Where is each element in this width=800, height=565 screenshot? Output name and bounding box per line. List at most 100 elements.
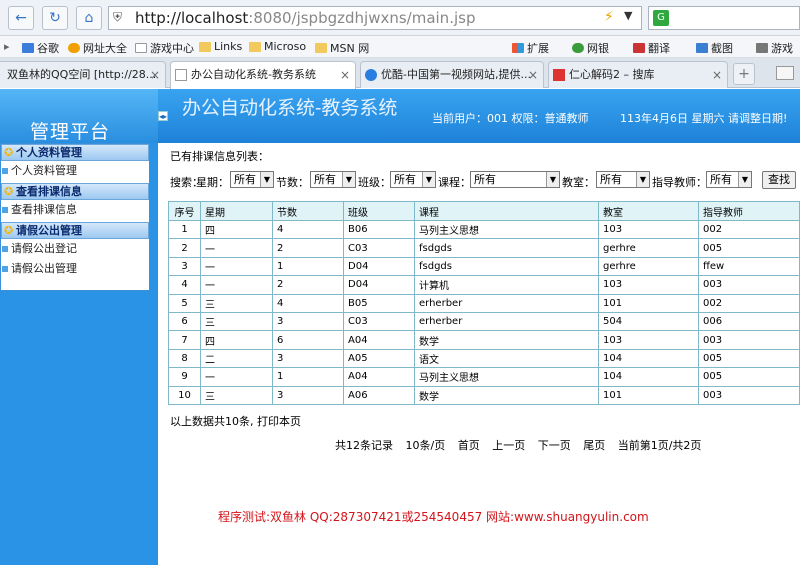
- tab-list-icon[interactable]: [776, 66, 794, 80]
- search-button[interactable]: 查找: [762, 171, 796, 189]
- section-label: 节数：: [276, 176, 309, 189]
- close-icon[interactable]: ×: [712, 62, 722, 88]
- table-row: 8 二 3 A05 语文 104 005: [168, 348, 800, 369]
- col-header-room: 教室: [598, 201, 699, 221]
- browser-search-input[interactable]: G: [648, 6, 800, 30]
- tab-qq-space[interactable]: 双鱼林的QQ空间 [http://28... ×: [0, 61, 166, 88]
- table-cell: 003: [698, 385, 800, 405]
- table-cell: 一: [200, 238, 273, 258]
- table-row: 5 三 4 B05 erherber 101 002: [168, 293, 800, 313]
- ebank-icon: [572, 43, 584, 53]
- menu-heading-schedule[interactable]: ✪ 查看排课信息: [1, 183, 149, 200]
- table-cell: 103: [598, 330, 699, 350]
- favorite-msn[interactable]: MSN 网: [315, 40, 369, 56]
- table-cell: 二: [200, 348, 273, 369]
- teacher-select[interactable]: 所有 ▼: [706, 171, 752, 188]
- toolbar-translate[interactable]: 翻译: [633, 40, 670, 56]
- table-cell: 4: [272, 293, 344, 313]
- toolbar-games[interactable]: 游戏: [756, 40, 793, 56]
- table-cell: 马列主义思想: [414, 367, 599, 387]
- chevron-down-icon: ▼: [636, 172, 649, 187]
- table-cell: ffew: [698, 256, 800, 277]
- table-cell: fsdgds: [414, 238, 599, 258]
- new-tab-button[interactable]: +: [733, 63, 755, 85]
- first-page-link[interactable]: 首页: [458, 439, 480, 452]
- col-header-no: 序号: [168, 201, 201, 221]
- browser-address-bar: ← ↻ ⌂ http://localhost:8080/jspbgzdhjwxn…: [0, 0, 800, 36]
- sidebar: ✪ 个人资料管理 个人资料管理 ✪ 查看排课信息 查看排课信息 ✪ 请假公出管理 请假…: [0, 143, 158, 565]
- lightning-icon[interactable]: ⚡: [604, 9, 614, 25]
- table-cell: 2: [272, 275, 344, 295]
- table-cell: A06: [343, 385, 415, 405]
- back-icon[interactable]: ←: [8, 6, 34, 30]
- table-cell: 8: [168, 348, 201, 369]
- next-page-link[interactable]: 下一页: [538, 439, 571, 452]
- table-cell: 数学: [414, 385, 599, 405]
- toolbar-ebank[interactable]: 网银: [572, 40, 609, 56]
- sidebar-item-profile-management[interactable]: 个人资料管理: [1, 161, 149, 181]
- browser-tab-bar: 双鱼林的QQ空间 [http://28... × 办公自动化系统-教务系统 × 优酷…: [0, 58, 800, 89]
- footer-credits: 程序测试:双鱼林 QQ:287307421或254540457 网站:www.s…: [218, 510, 649, 524]
- refresh-icon[interactable]: ↻: [42, 6, 68, 30]
- favorites-menu-icon[interactable]: ▸: [4, 40, 10, 53]
- favorite-links[interactable]: Links: [199, 40, 242, 53]
- table-cell: 四: [200, 330, 273, 350]
- collapse-sidebar-icon[interactable]: ◂▸: [158, 111, 168, 121]
- current-date: 113年4月6日 星期六: [620, 112, 725, 125]
- table-cell: gerhre: [598, 238, 699, 258]
- bullet-icon: [2, 168, 8, 174]
- week-label: 星期：: [196, 176, 229, 189]
- table-row: 4 一 2 D04 计算机 103 003: [168, 275, 800, 295]
- toolbar-screenshot[interactable]: 截图: [696, 40, 733, 56]
- favorite-microsoft[interactable]: Microso: [249, 40, 306, 53]
- table-cell: C03: [343, 311, 415, 332]
- table-cell: erherber: [414, 293, 599, 313]
- table-cell: 1: [272, 256, 344, 277]
- soku-icon: [553, 69, 565, 81]
- main-content: 已有排课信息列表： 搜索： 星期： 所有 ▼ 节数： 所有 ▼ 班级： 所有 ▼ 课程…: [168, 143, 800, 565]
- screenshot-icon: [696, 43, 708, 53]
- pagination: 共12条记录 10条/页 首页 上一页 下一页 尾页 当前第1页/共2页: [335, 437, 710, 453]
- sidebar-item-leave-register[interactable]: 请假公出登记: [1, 239, 149, 259]
- shield-icon: ⛨: [113, 10, 123, 24]
- section-select[interactable]: 所有 ▼: [310, 171, 356, 188]
- sidebar-item-view-schedule[interactable]: 查看排课信息: [1, 200, 149, 220]
- close-icon[interactable]: ×: [340, 62, 350, 88]
- menu-heading-leave[interactable]: ✪ 请假公出管理: [1, 222, 149, 239]
- close-icon[interactable]: ×: [528, 62, 538, 88]
- class-select[interactable]: 所有 ▼: [390, 171, 436, 188]
- home-icon[interactable]: ⌂: [76, 6, 102, 30]
- table-cell: 101: [598, 385, 699, 405]
- col-header-section: 节数: [272, 201, 344, 221]
- table-cell: B05: [343, 293, 415, 313]
- chevron-down-icon[interactable]: ▼: [624, 9, 632, 22]
- toolbar-extensions[interactable]: 扩展: [512, 40, 549, 56]
- bullet-icon: [2, 207, 8, 213]
- course-label: 课程：: [438, 176, 471, 189]
- url-input[interactable]: http://localhost:8080/jspbgzdhjwxns/main…: [108, 6, 642, 30]
- favorite-url-directory[interactable]: 网址大全: [68, 40, 127, 56]
- course-select[interactable]: 所有 ▼: [470, 171, 560, 188]
- table-cell: 4: [272, 219, 344, 240]
- favorite-google[interactable]: 谷歌: [22, 40, 59, 56]
- tab-office-system[interactable]: 办公自动化系统-教务系统 ×: [170, 61, 356, 89]
- last-page-link[interactable]: 尾页: [583, 439, 605, 452]
- tab-soku[interactable]: 仁心解码2 – 搜库 ×: [548, 61, 728, 88]
- tab-youku[interactable]: 优酷-中国第一视频网站,提供... ×: [360, 61, 544, 88]
- logo: 管理平台: [0, 89, 158, 143]
- table-cell: 104: [598, 348, 699, 369]
- week-select[interactable]: 所有 ▼: [230, 171, 274, 188]
- table-cell: 计算机: [414, 275, 599, 295]
- table-cell: 10: [168, 385, 201, 405]
- favorites-bar: ▸ 谷歌 网址大全 游戏中心 Links Microso MSN 网 扩展 网银…: [0, 36, 800, 58]
- table-cell: gerhre: [598, 256, 699, 277]
- table-cell: 3: [272, 348, 344, 369]
- favorite-game-center[interactable]: 游戏中心: [135, 40, 194, 56]
- room-select[interactable]: 所有 ▼: [596, 171, 650, 188]
- menu-heading-profile[interactable]: ✪ 个人资料管理: [1, 144, 149, 161]
- table-cell: 005: [698, 238, 800, 258]
- table-row: 7 四 6 A04 数学 103 003: [168, 330, 800, 350]
- prev-page-link[interactable]: 上一页: [492, 439, 525, 452]
- close-icon[interactable]: ×: [150, 62, 160, 88]
- sidebar-item-leave-management[interactable]: 请假公出管理: [1, 259, 149, 279]
